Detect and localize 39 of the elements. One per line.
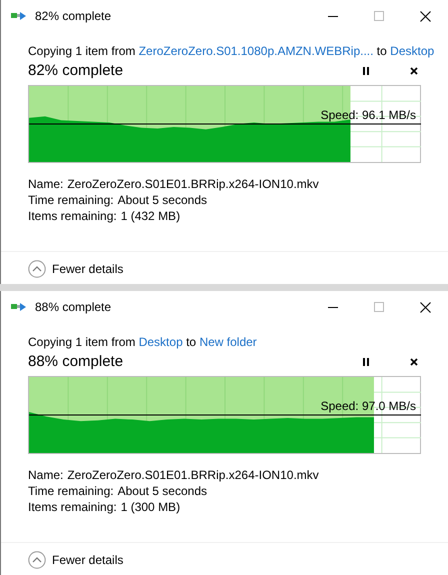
progress-heading: 88% complete (28, 352, 124, 372)
copy-icon (11, 302, 27, 312)
source-link[interactable]: ZeroZeroZero.S01.1080p.AMZN.WEBRip.... (138, 44, 374, 58)
maximize-icon (374, 302, 384, 312)
cancel-icon (410, 358, 418, 366)
destination-link[interactable]: New folder (199, 335, 257, 349)
detail-value: ZeroZeroZero.S01E01.BRRip.x264-ION10.mkv (67, 467, 319, 483)
source-link[interactable]: Desktop (138, 335, 183, 349)
copy-status: Copying 1 item from Desktop to New folder (28, 335, 257, 349)
speed-label: Speed: 97.0 MB/s (320, 400, 416, 412)
detail-label: Items remaining: (28, 208, 117, 224)
chevron-up-icon (28, 260, 46, 278)
window-title: 82% complete (35, 8, 112, 25)
chevron-up-icon (28, 551, 46, 569)
speed-label: Speed: 96.1 MB/s (320, 109, 416, 121)
cancel-icon (410, 67, 418, 75)
detail-value: About 5 seconds (118, 483, 207, 499)
progress-heading: 82% complete (28, 60, 124, 81)
pause-icon (363, 358, 369, 366)
detail-label: Name: (28, 467, 64, 483)
detail-label: Time remaining: (28, 483, 114, 499)
close-icon (420, 10, 430, 22)
detail-value: ZeroZeroZero.S01E01.BRRip.x264-ION10.mkv (67, 176, 319, 192)
detail-label: Time remaining: (28, 192, 114, 208)
close-icon (420, 302, 430, 312)
detail-value: 1 (432 MB) (120, 208, 180, 224)
detail-label: Items remaining: (28, 499, 117, 515)
fewer-details-button[interactable]: Fewer details (28, 260, 124, 278)
detail-label: Name: (28, 176, 64, 192)
copy-status: Copying 1 item from ZeroZeroZero.S01.1080p.AMZN.WEBRip.... to Desktop (28, 44, 434, 58)
fewer-details-button[interactable]: Fewer details (28, 551, 124, 569)
maximize-icon (374, 11, 384, 21)
destination-link[interactable]: Desktop (390, 44, 434, 58)
detail-value: About 5 seconds (118, 192, 207, 208)
detail-value: 1 (300 MB) (120, 499, 180, 515)
pause-icon (363, 67, 369, 75)
minimize-icon (328, 306, 338, 308)
copy-icon (11, 11, 27, 21)
window-title: 88% complete (35, 299, 112, 316)
